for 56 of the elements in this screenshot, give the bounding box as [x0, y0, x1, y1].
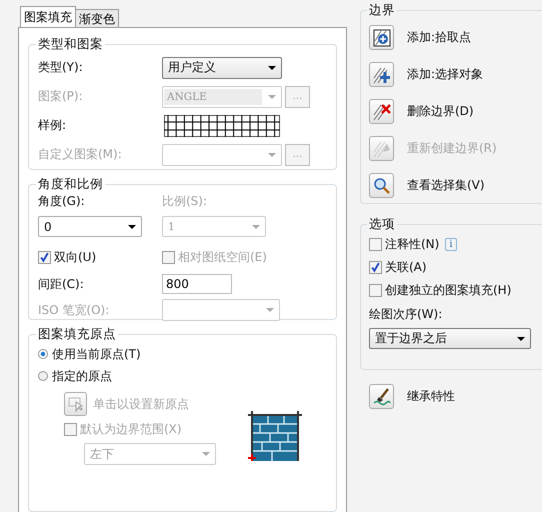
search-icon	[372, 176, 390, 194]
checkbox[interactable]: 创建独立的图案填充(H)	[369, 282, 512, 299]
brick-pattern-icon	[248, 411, 302, 461]
field-label: 样例:	[38, 117, 68, 134]
group-title: 选项	[368, 216, 396, 233]
group-title: 图案填充原点	[37, 326, 117, 343]
caret-icon	[266, 308, 274, 312]
button-label: 添加:选择对象	[407, 66, 484, 83]
button-label: 添加:拾取点	[407, 29, 472, 46]
dropdown[interactable]: 置于边界之后	[369, 328, 531, 349]
field-label: 绘图次序(W):	[369, 306, 444, 323]
checkbox[interactable]: 注释性(N)	[369, 236, 440, 253]
radio-button[interactable]: 指定的原点	[38, 365, 244, 387]
button-label: 删除边界(D)	[407, 103, 474, 120]
button-label: 单击以设置新原点	[93, 396, 189, 412]
checkmark-icon	[39, 252, 50, 263]
caret-icon	[268, 66, 276, 70]
brush-icon	[372, 388, 390, 406]
hatch-delete-icon	[372, 102, 390, 120]
field-label: 类型(Y):	[38, 59, 84, 76]
tab[interactable]: 渐变色	[75, 9, 119, 27]
button-label: 查看选择集(V)	[407, 177, 485, 194]
button-label: 继承特性	[407, 388, 455, 405]
field-label: ISO 笔宽(O):	[38, 302, 110, 318]
field-label: 自定义图案(M):	[38, 146, 123, 163]
group-title: 角度和比例	[37, 176, 104, 193]
field-label: 图案(P):	[38, 88, 84, 105]
caret-icon	[517, 336, 525, 340]
boundary-button[interactable]	[369, 173, 394, 198]
group-title: 边界	[368, 2, 396, 19]
checkbox[interactable]: 关联(A)	[369, 259, 427, 276]
checkmark-icon	[370, 262, 381, 273]
hatch-arrow-icon	[372, 140, 390, 158]
field-label: 比例(S):	[162, 193, 208, 210]
cursor-icon	[68, 396, 84, 412]
radio-button[interactable]: 使用当前原点(T)	[38, 343, 244, 365]
dropdown[interactable]: 0	[38, 216, 142, 237]
caret-icon	[128, 224, 136, 228]
tab[interactable]: 图案填充	[20, 6, 76, 27]
hatch-plus-icon	[372, 28, 390, 46]
info-icon[interactable]: i	[445, 238, 457, 251]
caret-icon	[202, 452, 210, 456]
boundary-button[interactable]	[369, 62, 394, 87]
caret-icon	[268, 94, 276, 98]
hatch-plus-icon	[372, 66, 390, 84]
caret-icon	[268, 152, 276, 156]
group-title: 类型和图案	[37, 36, 104, 53]
caret-icon	[252, 224, 260, 228]
spacing-input[interactable]: 800	[162, 274, 232, 294]
button-label: 重新创建边界(R)	[407, 140, 497, 157]
checkbox[interactable]: 双向(U)	[38, 249, 162, 266]
inherit-button[interactable]	[369, 384, 394, 409]
field-label: 角度(G):	[38, 193, 86, 210]
boundary-button[interactable]	[369, 25, 394, 50]
dropdown[interactable]: 用户定义	[162, 56, 282, 78]
field-label: 间距(C):	[38, 276, 85, 292]
